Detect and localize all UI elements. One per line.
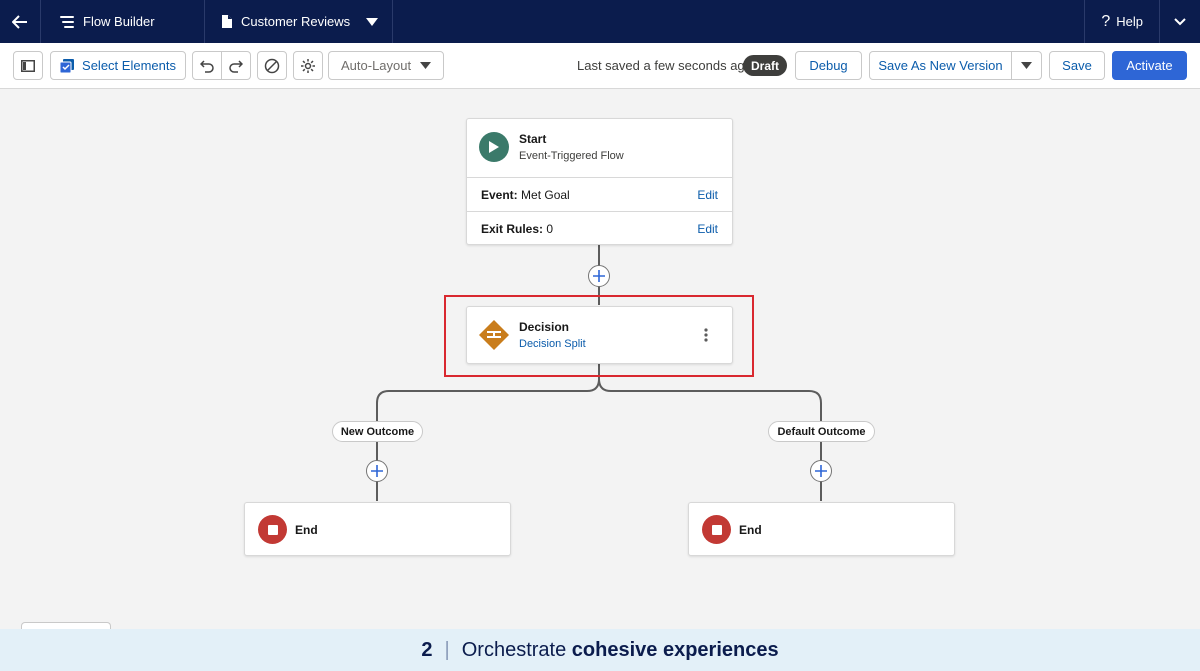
stop-icon bbox=[702, 515, 731, 544]
caption-number: 2 bbox=[421, 638, 433, 661]
document-menu[interactable]: Customer Reviews bbox=[205, 0, 394, 43]
event-row: Event: Met Goal Edit bbox=[467, 177, 732, 211]
undo-button[interactable] bbox=[192, 51, 222, 80]
debug-button[interactable]: Debug bbox=[795, 51, 862, 80]
redo-icon bbox=[229, 59, 243, 73]
outcome-label-new[interactable]: New Outcome bbox=[332, 421, 423, 442]
select-elements-icon bbox=[60, 58, 75, 73]
back-button[interactable] bbox=[0, 0, 41, 43]
caption-separator: | bbox=[444, 638, 450, 661]
decision-title: Decision bbox=[519, 320, 570, 334]
global-header: Flow Builder Customer Reviews ? Help bbox=[0, 0, 1200, 43]
end-title: End bbox=[739, 523, 762, 537]
help-label: Help bbox=[1116, 14, 1143, 29]
layout-mode-select[interactable]: Auto-Layout bbox=[328, 51, 444, 80]
add-element-button-new-outcome[interactable] bbox=[366, 460, 388, 482]
exit-rules-row: Exit Rules: 0 Edit bbox=[467, 211, 732, 245]
end-node-default-outcome[interactable]: End bbox=[688, 502, 955, 556]
last-saved-text: Last saved a few seconds ago bbox=[577, 58, 752, 73]
chevron-down-icon bbox=[420, 62, 431, 69]
play-icon bbox=[479, 132, 509, 162]
document-icon bbox=[222, 15, 232, 28]
app-name: Flow Builder bbox=[41, 0, 205, 43]
edit-event-link[interactable]: Edit bbox=[697, 188, 718, 202]
help-menu-button[interactable] bbox=[1160, 0, 1200, 43]
redo-button[interactable] bbox=[221, 51, 251, 80]
start-title: Start bbox=[519, 132, 547, 146]
start-node[interactable]: Start Event-Triggered Flow Event: Met Go… bbox=[466, 118, 733, 245]
caption-emphasis: cohesive experiences bbox=[571, 638, 779, 661]
gear-icon bbox=[301, 58, 315, 73]
layout-mode-value: Auto-Layout bbox=[341, 58, 412, 73]
undo-icon bbox=[200, 59, 214, 73]
decision-subtitle: Decision Split bbox=[519, 338, 586, 350]
activate-button[interactable]: Activate bbox=[1112, 51, 1187, 80]
stop-icon bbox=[258, 515, 287, 544]
save-as-new-version-button[interactable]: Save As New Version bbox=[869, 51, 1012, 80]
add-element-button[interactable] bbox=[588, 265, 610, 287]
event-value: Met Goal bbox=[521, 187, 570, 202]
document-name: Customer Reviews bbox=[241, 14, 351, 29]
app-name-label: Flow Builder bbox=[83, 14, 155, 29]
status-badge: Draft bbox=[743, 55, 787, 76]
chevron-down-icon bbox=[1174, 17, 1186, 25]
end-node-new-outcome[interactable]: End bbox=[244, 502, 511, 556]
help-button[interactable]: ? Help bbox=[1085, 0, 1160, 43]
question-icon: ? bbox=[1101, 12, 1111, 30]
flow-icon bbox=[60, 15, 74, 28]
event-label: Event: bbox=[481, 187, 518, 202]
select-elements-label: Select Elements bbox=[82, 58, 176, 73]
ban-icon bbox=[264, 58, 280, 73]
settings-button[interactable] bbox=[293, 51, 323, 80]
help-area: ? Help bbox=[1084, 0, 1200, 43]
toggle-panel-button[interactable] bbox=[13, 51, 43, 80]
arrow-left-icon bbox=[12, 14, 27, 29]
start-subtitle: Event-Triggered Flow bbox=[519, 150, 624, 162]
plus-icon bbox=[815, 465, 827, 477]
panel-icon bbox=[21, 59, 35, 72]
exit-rules-value: 0 bbox=[546, 221, 554, 236]
exit-rules-label: Exit Rules: bbox=[481, 221, 544, 236]
outcome-label-default[interactable]: Default Outcome bbox=[768, 421, 875, 442]
decision-node[interactable]: Decision Decision Split bbox=[466, 306, 733, 364]
caption-prefix: Orchestrate bbox=[461, 638, 567, 661]
toolbar: Select Elements Auto-Layout Last saved a… bbox=[0, 43, 1200, 89]
save-options-button[interactable] bbox=[1011, 51, 1042, 80]
more-options-icon[interactable] bbox=[704, 328, 708, 347]
end-title: End bbox=[295, 523, 318, 537]
save-button[interactable]: Save bbox=[1049, 51, 1105, 80]
errors-button[interactable] bbox=[257, 51, 287, 80]
decision-icon bbox=[479, 320, 509, 350]
flow-canvas[interactable]: Start Event-Triggered Flow Event: Met Go… bbox=[0, 89, 1200, 632]
plus-icon bbox=[593, 270, 605, 282]
edit-exit-rules-link[interactable]: Edit bbox=[697, 222, 718, 236]
add-element-button-default-outcome[interactable] bbox=[810, 460, 832, 482]
chevron-down-icon bbox=[1021, 62, 1032, 69]
caption-bar: 2 | Orchestrate cohesive experiences bbox=[0, 629, 1200, 671]
select-elements-button[interactable]: Select Elements bbox=[50, 51, 186, 80]
plus-icon bbox=[371, 465, 383, 477]
chevron-down-icon bbox=[366, 17, 379, 26]
